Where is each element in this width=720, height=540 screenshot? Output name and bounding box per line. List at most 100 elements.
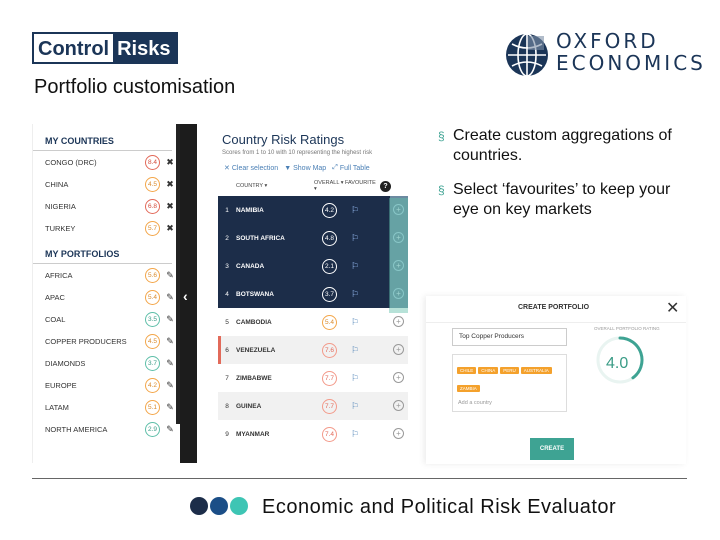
- edit-icon[interactable]: ✎: [164, 424, 176, 435]
- country-tag[interactable]: ZAMBIA: [457, 385, 480, 392]
- row-country-name: BOTSWANA: [236, 290, 274, 298]
- create-button[interactable]: CREATE: [530, 438, 574, 460]
- remove-icon[interactable]: ✖: [164, 179, 176, 190]
- row-score-badge: 3.7: [322, 286, 337, 302]
- flag-icon[interactable]: ⚐: [351, 373, 369, 384]
- table-row[interactable]: 3 CANADA 2.1 ⚐ +: [218, 252, 408, 280]
- score-badge: 5.7: [145, 220, 160, 236]
- add-icon[interactable]: +: [393, 344, 404, 355]
- show-map-button[interactable]: ▼ Show Map: [284, 164, 326, 172]
- risk-table-body: 1 NAMIBIA 4.2 ⚐ +2 SOUTH AFRICA 4.8 ⚐ +3 CANADA 2.…: [218, 196, 408, 448]
- clear-selection-button[interactable]: ✕ Clear selection: [224, 164, 279, 173]
- flag-icon[interactable]: ⚐: [351, 429, 369, 440]
- sidebar-item[interactable]: EUROPE 4.2 ✎: [33, 374, 176, 396]
- collapse-sidebar-button[interactable]: ‹: [180, 124, 197, 463]
- full-table-label: Full Table: [339, 164, 370, 172]
- score-badge: 3.7: [145, 355, 160, 371]
- col-overall-header[interactable]: OVERALL ▾ FAVOURITE ▾: [314, 180, 380, 192]
- edit-icon[interactable]: ✎: [164, 402, 176, 413]
- row-rank: 3: [225, 262, 229, 270]
- row-country-name: SOUTH AFRICA: [236, 234, 285, 242]
- close-icon[interactable]: ✕: [666, 298, 679, 318]
- footer-dot: [230, 497, 248, 515]
- sidebar-item-label: CHINA: [45, 179, 69, 189]
- flag-icon[interactable]: ⚐: [351, 205, 369, 216]
- country-tag[interactable]: PERU: [500, 367, 519, 374]
- edit-icon[interactable]: ✎: [164, 380, 176, 391]
- score-badge: 6.8: [145, 198, 160, 214]
- sidebar-item[interactable]: TURKEY 5.7 ✖: [33, 217, 176, 239]
- add-icon[interactable]: +: [393, 372, 404, 383]
- sidebar-item[interactable]: AFRICA 5.6 ✎: [33, 264, 176, 286]
- add-icon[interactable]: +: [393, 316, 404, 327]
- clear-selection-label: Clear selection: [231, 164, 279, 172]
- add-icon[interactable]: +: [393, 400, 404, 411]
- table-row[interactable]: 2 SOUTH AFRICA 4.8 ⚐ +: [218, 224, 408, 252]
- sidebar-item[interactable]: DIAMONDS 3.7 ✎: [33, 352, 176, 374]
- sidebar-item[interactable]: COAL 3.5 ✎: [33, 308, 176, 330]
- row-rank: 7: [225, 374, 229, 382]
- table-row[interactable]: 9 MYANMAR 7.4 ⚐ +: [218, 420, 408, 448]
- my-countries-list: CONGO (DRC) 8.4 ✖ CHINA 4.5 ✖ NIGERIA 6.8 ✖ TURKE…: [33, 151, 176, 239]
- panel-subtitle: Scores from 1 to 10 with 10 representing…: [222, 150, 373, 156]
- edit-icon[interactable]: ✎: [164, 292, 176, 303]
- edit-icon[interactable]: ✎: [164, 358, 176, 369]
- footer-divider: [32, 478, 687, 479]
- col-country-header[interactable]: COUNTRY ▾: [236, 183, 314, 189]
- row-rank: 2: [225, 234, 229, 242]
- oxford-economics-wordmark: OXFORD ECONOMICS: [556, 30, 706, 74]
- flag-icon[interactable]: ⚐: [351, 289, 369, 300]
- flag-icon[interactable]: ⚐: [351, 233, 369, 244]
- add-country-input[interactable]: Add a country: [458, 400, 492, 406]
- row-country-name: CANADA: [236, 262, 265, 270]
- bullet-text: Select ‘favourites’ to keep your eye on …: [453, 181, 671, 218]
- flag-icon[interactable]: ⚐: [351, 317, 369, 328]
- sidebar-item[interactable]: LATAM 5.1 ✎: [33, 396, 176, 418]
- oxford-economics-logo: OXFORD ECONOMICS: [504, 30, 703, 77]
- sidebar-item-label: TURKEY: [45, 223, 76, 233]
- edit-icon[interactable]: ✎: [164, 314, 176, 325]
- show-map-label: Show Map: [293, 164, 327, 172]
- logo-text-control: Control: [34, 34, 114, 62]
- flag-icon[interactable]: ⚐: [351, 345, 369, 356]
- bullet-item: § Select ‘favourites’ to keep your eye on…: [438, 180, 698, 220]
- bullet-text: Create custom aggregations of countries.: [453, 127, 672, 164]
- table-row[interactable]: 8 GUINEA 7.7 ⚐ +: [218, 392, 408, 420]
- sidebar-item[interactable]: NIGERIA 6.8 ✖: [33, 195, 176, 217]
- footer-title: Economic and Political Risk Evaluator: [262, 496, 617, 518]
- edit-icon[interactable]: ✎: [164, 336, 176, 347]
- full-table-button[interactable]: ⤢ Full Table: [332, 164, 369, 172]
- sidebar-item-label: EUROPE: [45, 380, 77, 390]
- add-icon[interactable]: +: [393, 428, 404, 439]
- edit-icon[interactable]: ✎: [164, 270, 176, 281]
- remove-icon[interactable]: ✖: [164, 223, 176, 234]
- sidebar-item-label: COAL: [45, 314, 66, 324]
- sidebar-item[interactable]: CHINA 4.5 ✖: [33, 173, 176, 195]
- sidebar-item[interactable]: APAC 5.4 ✎: [33, 286, 176, 308]
- highlight-strip: [389, 198, 408, 313]
- table-row[interactable]: 5 CAMBODIA 5.4 ⚐ +: [218, 308, 408, 336]
- flag-icon[interactable]: ⚐: [351, 401, 369, 412]
- table-row[interactable]: 7 ZIMBABWE 7.7 ⚐ +: [218, 364, 408, 392]
- sidebar-item[interactable]: NORTH AMERICA 2.9 ✎: [33, 418, 176, 440]
- left-sidebar: MY COUNTRIES CONGO (DRC) 8.4 ✖ CHINA 4.5 ✖ NIG…: [32, 124, 176, 463]
- table-row[interactable]: 6 VENEZUELA 7.6 ⚐ +: [218, 336, 408, 364]
- overall-rating-value: 4.0: [606, 355, 629, 372]
- table-row[interactable]: 4 BOTSWANA 3.7 ⚐ +: [218, 280, 408, 308]
- country-tag[interactable]: CHINA: [478, 367, 499, 374]
- remove-icon[interactable]: ✖: [164, 157, 176, 168]
- country-tag[interactable]: CHILE: [457, 367, 477, 374]
- sidebar-item-label: APAC: [45, 292, 65, 302]
- help-icon[interactable]: ?: [380, 180, 391, 192]
- portfolio-name-input[interactable]: Top Copper Producers: [452, 328, 567, 346]
- country-tag[interactable]: AUSTRALIA: [520, 367, 552, 374]
- remove-icon[interactable]: ✖: [164, 201, 176, 212]
- sidebar-item[interactable]: CONGO (DRC) 8.4 ✖: [33, 151, 176, 173]
- flag-icon[interactable]: ⚐: [351, 261, 369, 272]
- table-row[interactable]: 1 NAMIBIA 4.2 ⚐ +: [218, 196, 408, 224]
- row-country-name: GUINEA: [236, 402, 262, 410]
- bullet-list: § Create custom aggregations of countries…: [438, 126, 698, 234]
- sidebar-item[interactable]: COPPER PRODUCERS 4.5 ✎: [33, 330, 176, 352]
- tag-list: CHILE CHINA PERU AUSTRALIA ZAMBIA: [457, 359, 562, 395]
- score-badge: 5.6: [145, 267, 160, 283]
